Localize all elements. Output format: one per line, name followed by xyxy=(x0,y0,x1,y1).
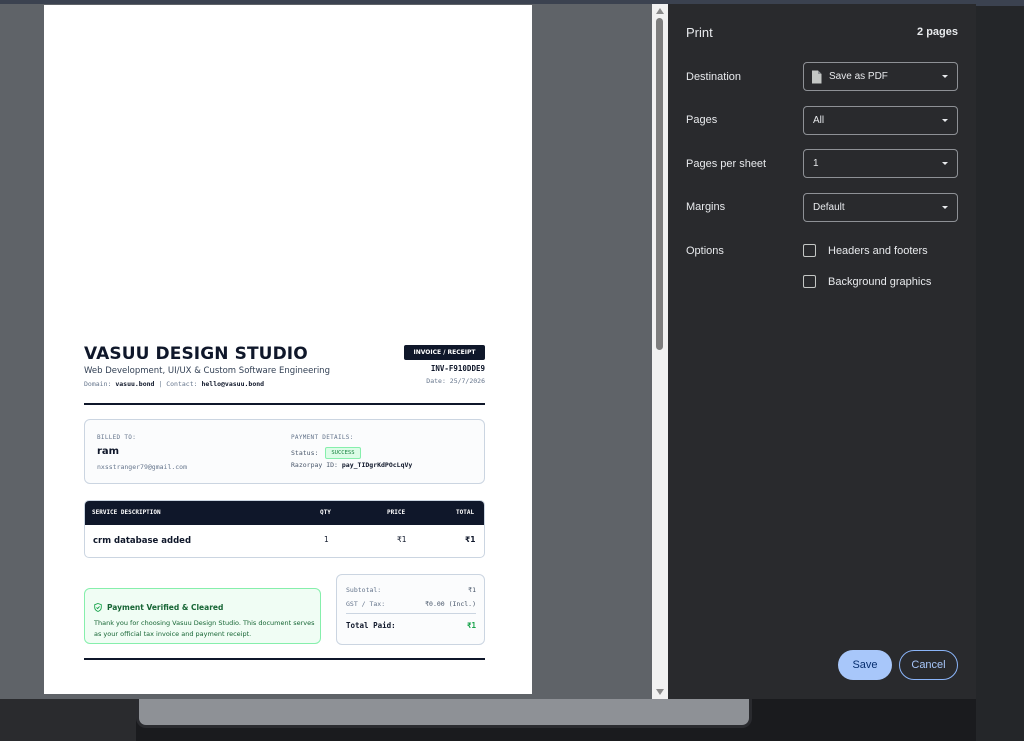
print-preview-area[interactable]: VASUU DESIGN STUDIO Web Development, UI/… xyxy=(0,4,668,699)
invoice-number: INV-F910DDE9 xyxy=(430,364,485,373)
margins-value: Default xyxy=(813,202,845,213)
tax-row: GST / Tax: ₹0.00 (Incl.) xyxy=(346,600,476,608)
header-total: TOTAL xyxy=(456,509,475,516)
pages-per-sheet-value: 1 xyxy=(813,158,819,169)
chevron-down-icon xyxy=(942,206,948,209)
contact-value: hello@vasuu.bond xyxy=(201,380,265,388)
save-button[interactable]: Save xyxy=(838,650,892,680)
chevron-down-icon xyxy=(942,119,948,122)
header-qty: QTY xyxy=(320,509,331,516)
chevron-down-icon xyxy=(942,162,948,165)
margins-label: Margins xyxy=(686,201,726,213)
status-label: Status: xyxy=(291,449,319,457)
status-badge: SUCCESS xyxy=(325,447,361,459)
totals-divider xyxy=(346,613,476,614)
row-total: ₹1 xyxy=(465,535,476,544)
customer-name: ram xyxy=(97,446,120,457)
background-graphics-checkbox[interactable] xyxy=(803,275,816,288)
header-service-description: SERVICE DESCRIPTION xyxy=(92,509,161,516)
studio-contact-line: Domain: vasuu.bond | Contact: hello@vasu… xyxy=(84,380,264,388)
total-paid-label: Total Paid: xyxy=(346,621,396,630)
header-divider xyxy=(84,403,485,405)
headers-footers-checkbox[interactable] xyxy=(803,244,816,257)
verified-message: Thank you for choosing Vasuu Design Stud… xyxy=(94,619,315,638)
payment-status-row: Status: SUCCESS xyxy=(291,447,361,459)
tax-label: GST / Tax: xyxy=(346,600,386,608)
verified-title: Payment Verified & Cleared xyxy=(107,603,224,612)
row-price: ₹1 xyxy=(397,535,407,544)
pages-per-sheet-select[interactable]: 1 xyxy=(803,149,958,178)
chevron-down-icon xyxy=(942,75,948,78)
studio-tagline: Web Development, UI/UX & Custom Software… xyxy=(84,366,330,376)
scroll-up-arrow-icon[interactable] xyxy=(656,8,664,14)
razorpay-row: Razorpay ID: pay_TIDgrKdPOcLqVy xyxy=(291,461,412,469)
totals-box: Subtotal: ₹1 GST / Tax: ₹0.00 (Incl.) To… xyxy=(336,574,485,645)
document-icon xyxy=(812,70,822,84)
panel-title: Print xyxy=(686,25,713,40)
table-header: SERVICE DESCRIPTION QTY PRICE TOTAL xyxy=(85,501,484,525)
payment-verified-box: Payment Verified & Cleared Thank you for… xyxy=(84,588,321,644)
pages-select[interactable]: All xyxy=(803,106,958,135)
shield-check-icon xyxy=(94,603,102,612)
background-right-area xyxy=(976,6,1024,741)
pages-per-sheet-label: Pages per sheet xyxy=(686,158,767,170)
subtotal-value: ₹1 xyxy=(468,586,476,594)
scroll-thumb[interactable] xyxy=(656,18,663,350)
background-card xyxy=(136,694,752,728)
cancel-button[interactable]: Cancel xyxy=(899,650,958,680)
destination-value: Save as PDF xyxy=(829,71,888,82)
invoice-badge: INVOICE / RECEIPT xyxy=(404,345,485,360)
row-description: crm database added xyxy=(93,536,192,546)
razorpay-value: pay_TIDgrKdPOcLqVy xyxy=(341,461,413,469)
margins-select[interactable]: Default xyxy=(803,193,958,222)
scroll-down-arrow-icon[interactable] xyxy=(656,689,664,695)
customer-email: nxsstranger79@gmail.com xyxy=(97,463,188,471)
header-price: PRICE xyxy=(387,509,406,516)
tax-value: ₹0.00 (Incl.) xyxy=(425,600,476,608)
page-count: 2 pages xyxy=(917,26,958,38)
domain-value: vasuu.bond xyxy=(115,380,155,388)
background-bottom-strip xyxy=(0,699,136,741)
billing-box: BILLED TO: ram nxsstranger79@gmail.com P… xyxy=(84,419,485,484)
destination-select[interactable]: Save as PDF xyxy=(803,62,958,91)
services-table: SERVICE DESCRIPTION QTY PRICE TOTAL crm … xyxy=(84,500,485,558)
total-paid-row: Total Paid: ₹1 xyxy=(346,621,476,630)
destination-label: Destination xyxy=(686,71,742,83)
background-graphics-label[interactable]: Background graphics xyxy=(828,276,931,288)
billed-to-label: BILLED TO: xyxy=(97,434,137,441)
preview-scrollbar[interactable] xyxy=(652,4,668,699)
footer-divider xyxy=(84,658,485,660)
invoice-date: Date: 25/7/2026 xyxy=(426,377,485,385)
options-label: Options xyxy=(686,245,724,257)
row-qty: 1 xyxy=(324,535,329,544)
print-settings-panel: Print 2 pages Destination Save as PDF Pa… xyxy=(668,4,976,699)
contact-label: | Contact: xyxy=(158,380,198,388)
pages-value: All xyxy=(813,115,825,126)
domain-label: Domain: xyxy=(84,380,112,388)
print-dialog-screen: VASUU DESIGN STUDIO Web Development, UI/… xyxy=(0,0,1024,741)
pages-label: Pages xyxy=(686,114,718,126)
preview-page: VASUU DESIGN STUDIO Web Development, UI/… xyxy=(44,5,532,694)
payment-details-label: PAYMENT DETAILS: xyxy=(291,434,354,441)
total-paid-value: ₹1 xyxy=(466,621,476,630)
studio-name: VASUU DESIGN STUDIO xyxy=(84,344,308,364)
headers-footers-label[interactable]: Headers and footers xyxy=(828,245,928,257)
subtotal-row: Subtotal: ₹1 xyxy=(346,586,476,594)
razorpay-label: Razorpay ID: xyxy=(291,461,338,469)
subtotal-label: Subtotal: xyxy=(346,586,382,594)
